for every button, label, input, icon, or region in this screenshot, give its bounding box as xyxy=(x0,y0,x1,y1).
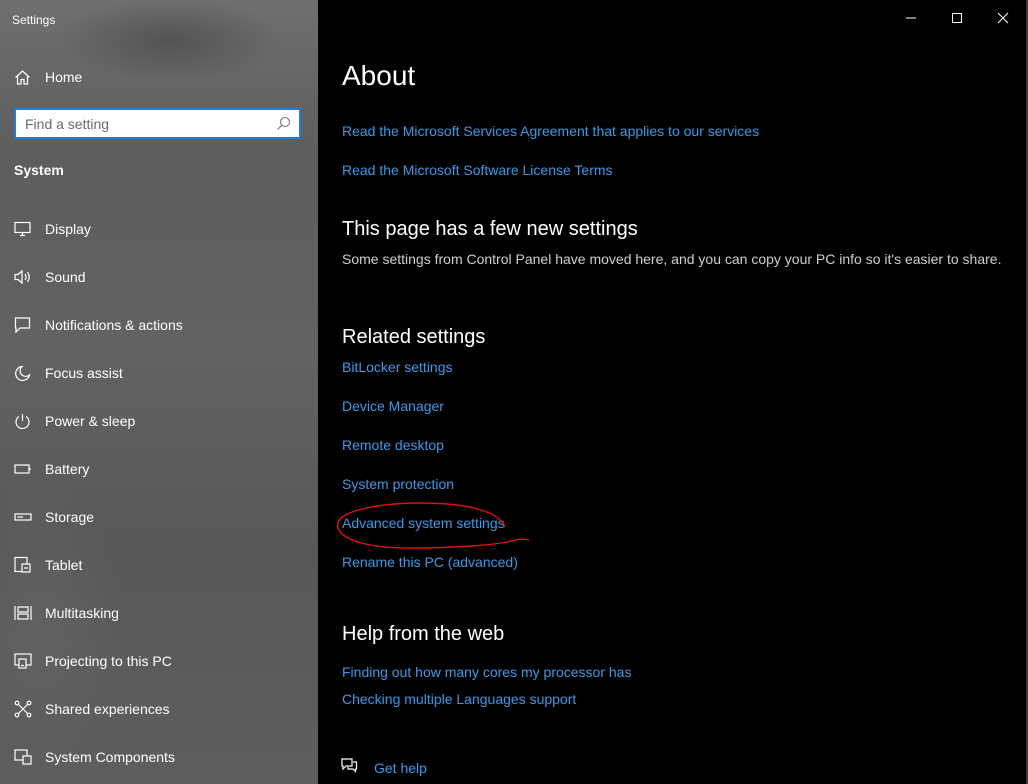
sidebar-item-storage[interactable]: Storage xyxy=(14,506,94,528)
main-panel: About Read the Microsoft Services Agreem… xyxy=(318,0,1026,784)
bitlocker-settings-link[interactable]: BitLocker settings xyxy=(342,359,453,375)
settings-window: Settings Home System xyxy=(0,0,1028,784)
moon-icon xyxy=(14,365,31,382)
get-help-link[interactable]: Get help xyxy=(340,756,427,779)
device-manager-link[interactable]: Device Manager xyxy=(342,398,444,414)
new-settings-heading: This page has a few new settings xyxy=(342,218,638,240)
section-title-system: System xyxy=(14,162,64,178)
home-icon xyxy=(14,69,31,86)
sidebar-item-projecting[interactable]: Projecting to this PC xyxy=(14,650,172,672)
minimize-icon xyxy=(905,11,917,29)
search-box[interactable] xyxy=(14,108,301,139)
close-button[interactable] xyxy=(992,9,1014,31)
sidebar-item-label: Projecting to this PC xyxy=(45,653,172,669)
remote-desktop-link[interactable]: Remote desktop xyxy=(342,437,444,453)
maximize-icon xyxy=(951,11,963,29)
sidebar: Settings Home System xyxy=(0,0,318,784)
sidebar-item-label: Battery xyxy=(45,461,90,477)
notifications-icon xyxy=(14,316,32,334)
advanced-system-settings-link[interactable]: Advanced system settings xyxy=(342,515,505,531)
projecting-icon xyxy=(14,652,32,670)
storage-icon xyxy=(14,511,32,523)
sidebar-item-focus-assist[interactable]: Focus assist xyxy=(14,362,123,384)
page-title: About xyxy=(342,60,416,91)
search-icon[interactable] xyxy=(276,116,291,136)
license-terms-link[interactable]: Read the Microsoft Software License Term… xyxy=(342,162,613,178)
sidebar-item-label: Sound xyxy=(45,269,86,285)
sidebar-item-multitasking[interactable]: Multitasking xyxy=(14,602,119,624)
sidebar-item-label: Power & sleep xyxy=(45,413,136,429)
tablet-icon xyxy=(14,556,32,574)
help-from-web-heading: Help from the web xyxy=(342,623,505,645)
sidebar-item-label: Multitasking xyxy=(45,605,119,621)
sidebar-item-label: Shared experiences xyxy=(45,701,170,717)
search-input[interactable] xyxy=(16,110,275,137)
system-components-icon xyxy=(14,748,32,766)
display-icon xyxy=(14,221,32,237)
sidebar-item-label: Storage xyxy=(45,509,95,525)
sidebar-item-power-sleep[interactable]: Power & sleep xyxy=(14,410,135,432)
rename-pc-link[interactable]: Rename this PC (advanced) xyxy=(342,554,518,570)
close-icon xyxy=(997,11,1009,29)
sidebar-item-notifications[interactable]: Notifications & actions xyxy=(14,314,183,336)
sidebar-item-label: Display xyxy=(45,221,91,237)
sidebar-item-label: System Components xyxy=(45,749,175,765)
home-label: Home xyxy=(45,69,83,85)
minimize-button[interactable] xyxy=(900,9,922,31)
new-settings-description: Some settings from Control Panel have mo… xyxy=(342,251,1002,267)
cores-help-link[interactable]: Finding out how many cores my processor … xyxy=(342,664,631,680)
battery-icon xyxy=(14,463,32,475)
sidebar-item-system-components[interactable]: System Components xyxy=(14,746,175,768)
services-agreement-link[interactable]: Read the Microsoft Services Agreement th… xyxy=(342,123,759,139)
sidebar-item-sound[interactable]: Sound xyxy=(14,266,85,288)
sidebar-item-shared-experiences[interactable]: Shared experiences xyxy=(14,698,170,720)
sidebar-item-battery[interactable]: Battery xyxy=(14,458,89,480)
sidebar-item-display[interactable]: Display xyxy=(14,218,91,240)
power-icon xyxy=(14,413,31,430)
shared-experiences-icon xyxy=(14,700,32,718)
languages-help-link[interactable]: Checking multiple Languages support xyxy=(342,691,576,707)
sidebar-item-tablet[interactable]: Tablet xyxy=(14,554,82,576)
maximize-button[interactable] xyxy=(946,9,968,31)
app-title: Settings xyxy=(12,13,56,27)
related-settings-heading: Related settings xyxy=(342,326,486,348)
sound-icon xyxy=(14,269,33,285)
sidebar-item-label: Notifications & actions xyxy=(45,317,183,333)
sidebar-item-label: Focus assist xyxy=(45,365,123,381)
sidebar-item-label: Tablet xyxy=(45,557,83,573)
home-nav-item[interactable]: Home xyxy=(14,66,82,88)
get-help-label: Get help xyxy=(374,759,427,776)
system-protection-link[interactable]: System protection xyxy=(342,476,454,492)
chat-help-icon xyxy=(340,756,358,779)
multitasking-icon xyxy=(14,604,32,622)
